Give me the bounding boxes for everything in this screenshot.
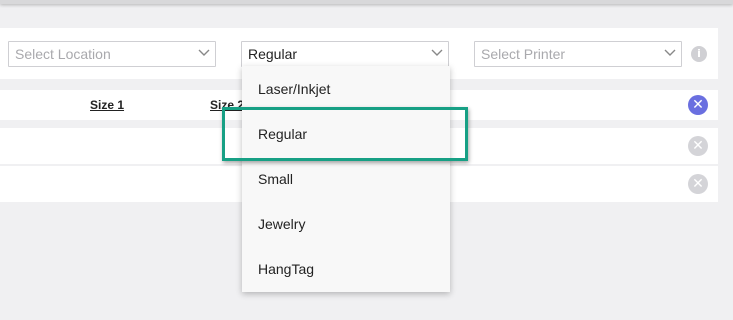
column-size-1[interactable]: Size 1 bbox=[90, 98, 124, 112]
label-type-dropdown-menu: Laser/Inkjet Regular Small Jewelry HangT… bbox=[242, 66, 450, 292]
close-icon[interactable]: ✕ bbox=[688, 136, 708, 156]
label-type-value: Regular bbox=[248, 46, 298, 62]
info-icon[interactable]: i bbox=[691, 46, 707, 62]
close-icon[interactable]: ✕ bbox=[688, 174, 708, 194]
printer-select[interactable]: Select Printer bbox=[474, 41, 682, 67]
location-placeholder: Select Location bbox=[15, 46, 111, 62]
location-select[interactable]: Select Location bbox=[8, 41, 216, 67]
dropdown-option-laser-inkjet[interactable]: Laser/Inkjet bbox=[258, 81, 330, 97]
top-bar bbox=[0, 0, 733, 4]
dropdown-option-jewelry[interactable]: Jewelry bbox=[258, 216, 305, 232]
close-icon[interactable]: ✕ bbox=[688, 95, 708, 115]
chevron-down-icon bbox=[198, 49, 210, 56]
highlight-box bbox=[222, 107, 468, 161]
dropdown-option-hangtag[interactable]: HangTag bbox=[258, 261, 314, 277]
dropdown-option-small[interactable]: Small bbox=[258, 171, 293, 187]
label-type-select[interactable]: Regular bbox=[241, 41, 449, 67]
chevron-down-icon bbox=[664, 49, 676, 56]
chevron-down-icon bbox=[431, 49, 443, 56]
printer-placeholder: Select Printer bbox=[481, 46, 566, 62]
